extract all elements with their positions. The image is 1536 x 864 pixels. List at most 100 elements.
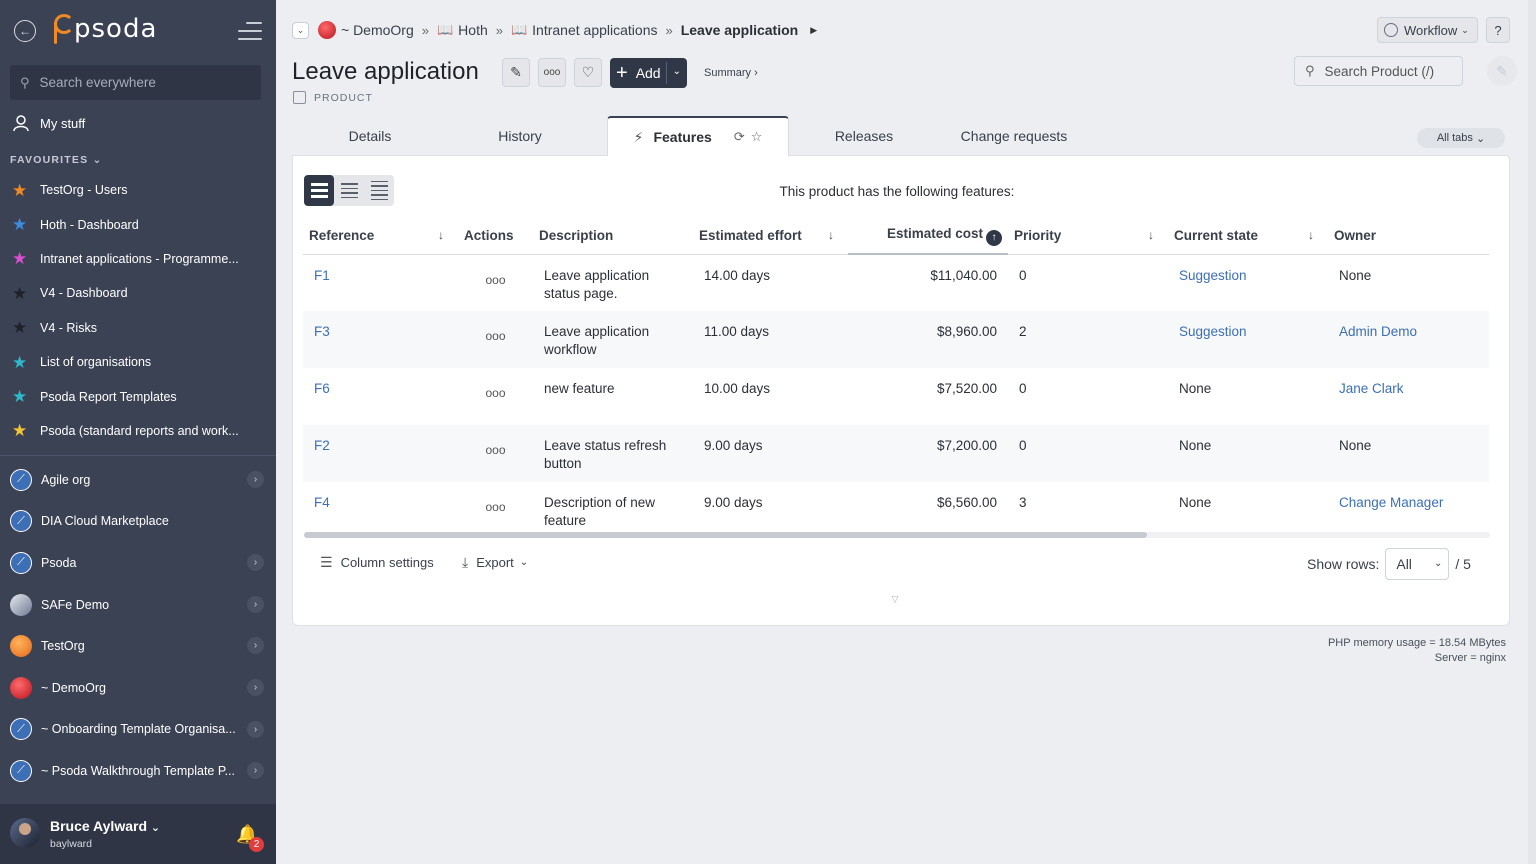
owner-cell[interactable]: Change Manager: [1328, 482, 1489, 539]
column-settings-button[interactable]: ☰ Column settings: [320, 554, 434, 571]
edit-button[interactable]: ✎: [502, 58, 530, 87]
reference-cell[interactable]: F6: [303, 368, 458, 425]
owner-cell[interactable]: Jane Clark: [1328, 368, 1489, 425]
help-button[interactable]: ?: [1486, 17, 1510, 43]
psoda-logo[interactable]: psoda: [50, 14, 157, 44]
add-button[interactable]: + Add ⌄: [610, 58, 687, 88]
row-actions-ellipsis-icon[interactable]: ooo: [458, 311, 533, 368]
favourite-item[interactable]: ★ V4 - Dashboard: [0, 276, 276, 310]
product-search[interactable]: ⚲: [1294, 56, 1463, 86]
avatar[interactable]: [10, 818, 40, 848]
favourite-item[interactable]: ★ Hoth - Dashboard: [0, 207, 276, 241]
org-item[interactable]: ⟋ ~ Onboarding Template Organisa... ›: [0, 709, 276, 751]
owner-cell-text[interactable]: Jane Clark: [1339, 381, 1404, 396]
org-item[interactable]: ~ DemoOrg ›: [0, 667, 276, 709]
tab-features[interactable]: ⚡ Features ⟳ ☆: [607, 116, 789, 156]
current-state-cell-text[interactable]: Suggestion: [1179, 268, 1247, 283]
collapse-menu-icon[interactable]: [238, 22, 262, 40]
arrow-down-icon[interactable]: ↓: [438, 228, 444, 242]
my-stuff-link[interactable]: My stuff: [12, 114, 85, 132]
page-scrollbar[interactable]: [1528, 0, 1536, 864]
column-header-priority[interactable]: Priority ↓: [1008, 218, 1168, 255]
current-state-cell-text[interactable]: Suggestion: [1179, 324, 1247, 339]
breadcrumb-org[interactable]: ~ DemoOrg: [341, 22, 414, 38]
arrow-down-icon[interactable]: ↓: [1308, 228, 1314, 242]
row-actions-ellipsis-icon[interactable]: ooo: [458, 482, 533, 539]
column-header-current-state[interactable]: Current state ↓: [1168, 218, 1328, 255]
global-search-input[interactable]: [39, 75, 240, 90]
owner-cell-text[interactable]: Admin Demo: [1339, 324, 1417, 339]
reference-cell-text[interactable]: F2: [314, 438, 330, 453]
workflow-button[interactable]: Workflow ⌄: [1377, 17, 1478, 43]
row-actions-ellipsis-icon[interactable]: ooo: [458, 368, 533, 425]
more-actions-button[interactable]: ooo: [538, 58, 566, 87]
current-state-cell[interactable]: Suggestion: [1168, 254, 1328, 311]
tab-change-requests[interactable]: Change requests: [939, 116, 1089, 156]
chevron-down-icon[interactable]: ⌄: [673, 66, 681, 77]
favourite-item[interactable]: ★ Psoda Report Templates: [0, 379, 276, 413]
tab-details[interactable]: Details: [292, 116, 448, 156]
sort-ascending-icon[interactable]: ↑: [986, 229, 1002, 246]
tab-history[interactable]: History: [448, 116, 592, 156]
table-row[interactable]: F3 ooo Leave application workflow 11.00 day…: [303, 311, 1489, 368]
arrow-down-icon[interactable]: ↓: [1148, 228, 1154, 242]
favourites-heading[interactable]: FAVOURITES ⌄: [10, 154, 102, 166]
column-header-estimated-effort[interactable]: Estimated effort ↓: [693, 218, 848, 255]
reference-cell[interactable]: F3: [303, 311, 458, 368]
breadcrumb-item-hoth[interactable]: Hoth: [458, 22, 488, 38]
owner-cell-text[interactable]: Change Manager: [1339, 495, 1443, 510]
favourite-item[interactable]: ★ Intranet applications - Programme...: [0, 242, 276, 276]
current-state-cell[interactable]: Suggestion: [1168, 311, 1328, 368]
row-actions-ellipsis-icon[interactable]: ooo: [458, 425, 533, 482]
chevron-right-icon[interactable]: ›: [247, 678, 264, 696]
table-row[interactable]: F6 ooo new feature 10.00 days $7,520.00 0 None…: [303, 368, 1489, 425]
export-button[interactable]: ⤓ Export ⌄: [462, 554, 528, 571]
global-search[interactable]: ⚲: [10, 65, 261, 100]
arrow-down-icon[interactable]: ↓: [828, 228, 834, 242]
column-header-reference[interactable]: Reference ↓: [303, 218, 458, 255]
reference-cell[interactable]: F1: [303, 254, 458, 311]
org-item[interactable]: ⟋ Agile org ›: [0, 459, 276, 501]
chevron-right-icon[interactable]: ›: [247, 637, 264, 655]
row-actions-ellipsis-icon[interactable]: ooo: [458, 254, 533, 311]
horizontal-scrollbar[interactable]: [304, 532, 1490, 538]
resize-handle-icon[interactable]: ▽: [889, 594, 901, 605]
all-tabs-button[interactable]: All tabs ⌄: [1417, 128, 1505, 148]
owner-cell[interactable]: Admin Demo: [1328, 311, 1489, 368]
table-row[interactable]: F4 ooo Description of new feature 9.00 days…: [303, 482, 1489, 539]
org-item[interactable]: TestOrg ›: [0, 625, 276, 667]
tag-button[interactable]: ♡: [574, 58, 602, 87]
chevron-right-icon[interactable]: ›: [247, 595, 264, 613]
chevron-right-icon[interactable]: ›: [247, 554, 264, 572]
star-outline-icon[interactable]: ☆: [751, 129, 763, 145]
org-item[interactable]: ⟋ DIA Cloud Marketplace: [0, 501, 276, 543]
breadcrumb-dropdown-icon[interactable]: ⌄: [292, 21, 309, 39]
product-search-input[interactable]: [1324, 63, 1455, 79]
summary-link[interactable]: Summary ›: [704, 67, 758, 79]
org-item[interactable]: ⟋ Psoda ›: [0, 542, 276, 584]
org-item[interactable]: ⟋ ~ Psoda Walkthrough Template P... ›: [0, 750, 276, 792]
triangle-right-icon[interactable]: ▶: [810, 25, 817, 36]
breadcrumb-item-intranet[interactable]: Intranet applications: [532, 22, 657, 38]
chevron-right-icon[interactable]: ›: [247, 720, 264, 738]
column-header-estimated-cost[interactable]: Estimated cost ↑: [848, 218, 1008, 255]
favourite-item[interactable]: ★ TestOrg - Users: [0, 173, 276, 207]
refresh-icon[interactable]: ⟳: [734, 129, 745, 145]
reference-cell[interactable]: F4: [303, 482, 458, 539]
edit-pane-icon[interactable]: ✎: [1487, 56, 1517, 86]
reference-cell-text[interactable]: F1: [314, 268, 330, 283]
chevron-right-icon[interactable]: ›: [247, 471, 264, 488]
tab-releases[interactable]: Releases: [789, 116, 939, 156]
back-icon[interactable]: ←: [14, 20, 36, 42]
chevron-right-icon[interactable]: ›: [247, 762, 264, 780]
column-header-description[interactable]: Description: [533, 218, 693, 255]
table-row[interactable]: F2 ooo Leave status refresh button 9.00 day…: [303, 425, 1489, 482]
table-row[interactable]: F1 ooo Leave application status page. 14.00…: [303, 254, 1489, 311]
show-rows-select[interactable]: All ⌄: [1385, 548, 1450, 580]
org-item[interactable]: SAFe Demo ›: [0, 584, 276, 626]
reference-cell-text[interactable]: F4: [314, 495, 330, 510]
favourite-item[interactable]: ★ Psoda (standard reports and work...: [0, 414, 276, 448]
reference-cell-text[interactable]: F3: [314, 324, 330, 339]
favourite-item[interactable]: ★ List of organisations: [0, 345, 276, 379]
user-panel[interactable]: Bruce Aylward ⌄ baylward 🔔 2: [0, 804, 276, 864]
